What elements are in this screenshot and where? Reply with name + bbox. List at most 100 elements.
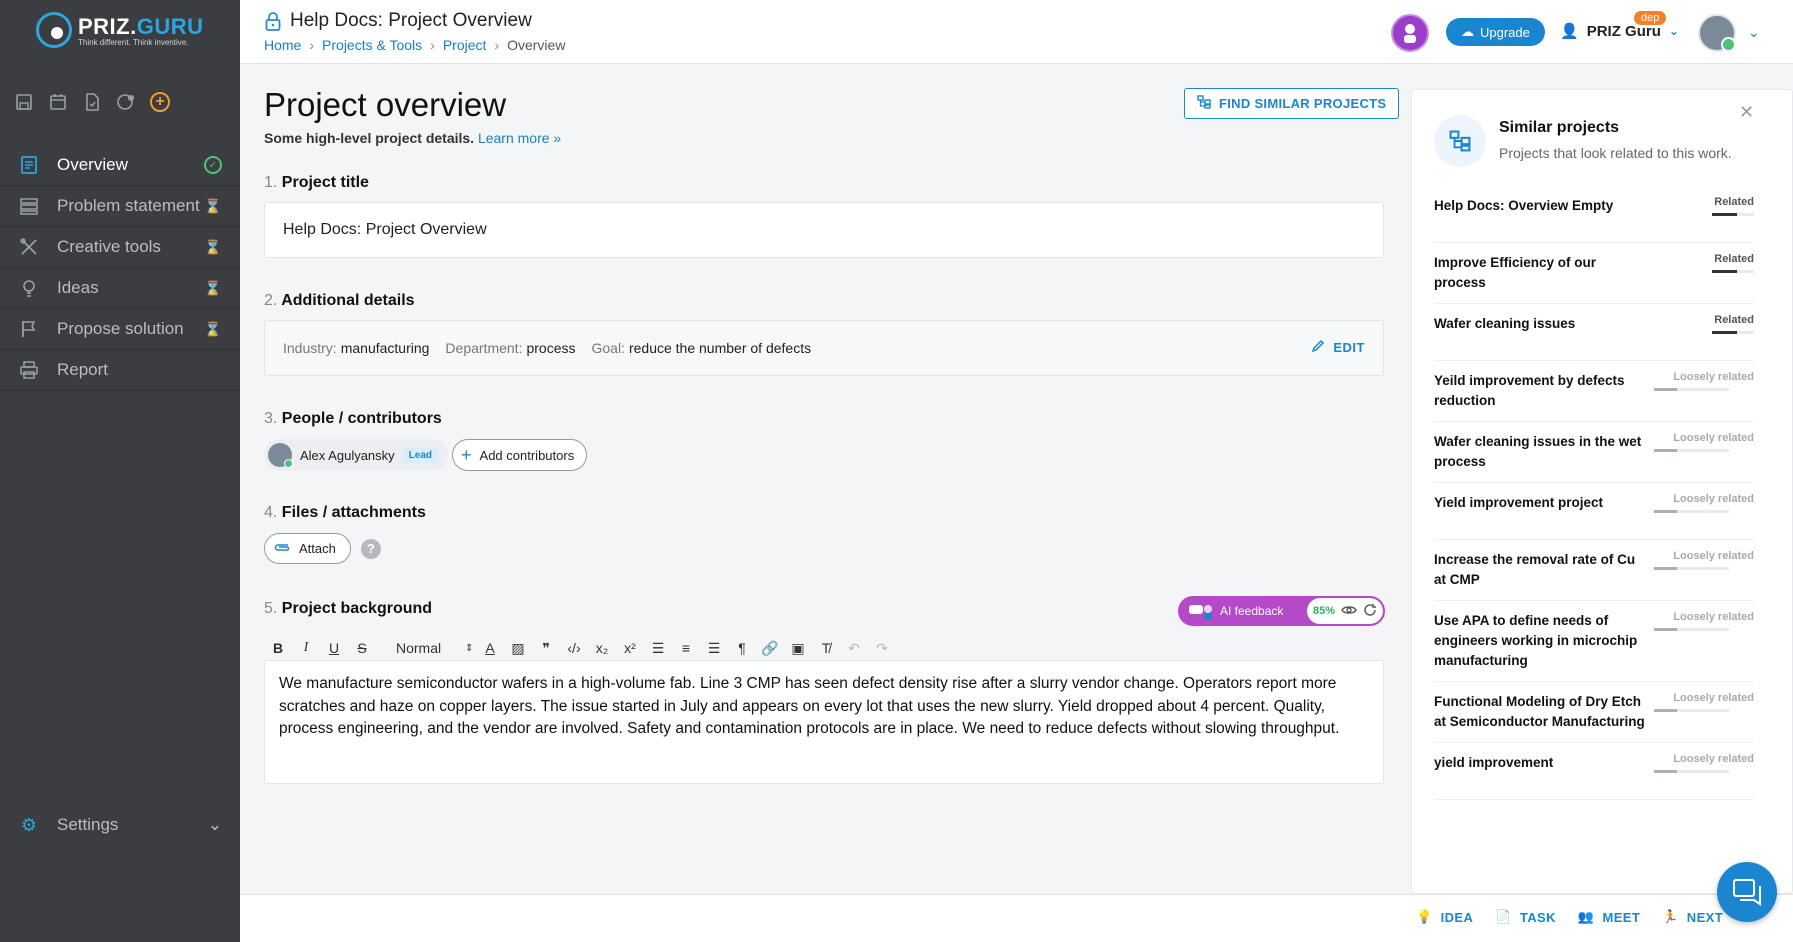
top-header: Help Docs: Project Overview Home › Proje… bbox=[240, 0, 1793, 64]
additional-details-panel: Industry: manufacturing Department: proces… bbox=[264, 320, 1384, 376]
edit-details-button[interactable]: EDIT bbox=[1311, 339, 1365, 356]
superscript-icon[interactable]: x² bbox=[616, 640, 644, 656]
sidebar-item-problem-statement[interactable]: Problem statement ⌛ bbox=[0, 186, 240, 227]
breadcrumb-home[interactable]: Home bbox=[264, 37, 301, 53]
chat-button[interactable] bbox=[1717, 862, 1777, 922]
document-icon bbox=[18, 154, 40, 176]
relation-strength-bar bbox=[1654, 449, 1729, 452]
settings-label: Settings bbox=[57, 815, 119, 834]
help-icon[interactable]: ? bbox=[360, 538, 381, 559]
hourglass-icon: ⌛ bbox=[204, 197, 222, 214]
add-icon[interactable]: + bbox=[150, 92, 170, 112]
subscript-icon[interactable]: x₂ bbox=[588, 640, 616, 656]
similar-project-item[interactable]: Help Docs: Overview Empty Related bbox=[1434, 186, 1754, 243]
sidebar-toolbar: + bbox=[14, 92, 170, 112]
similar-project-name: Increase the removal rate of Cu at CMP bbox=[1434, 552, 1636, 587]
attach-button[interactable]: Attach bbox=[264, 533, 351, 564]
plus-icon: + bbox=[461, 444, 472, 465]
format-select[interactable]: Normal ⇕ bbox=[376, 640, 476, 656]
ai-score: 85% bbox=[1312, 605, 1335, 617]
task-button[interactable]: 📄 TASK bbox=[1495, 909, 1556, 925]
upgrade-button[interactable]: ☁ Upgrade bbox=[1446, 18, 1545, 46]
idea-button[interactable]: 💡 IDEA bbox=[1416, 909, 1473, 925]
section-background-heading: 5. Project background bbox=[264, 600, 433, 617]
text-color-icon[interactable]: A bbox=[476, 640, 504, 656]
add-contributors-button[interactable]: + Add contributors bbox=[452, 439, 588, 471]
assistant-avatar[interactable] bbox=[1391, 14, 1429, 52]
close-icon[interactable]: ✕ bbox=[1739, 102, 1754, 123]
user-avatar[interactable] bbox=[1698, 14, 1736, 52]
contributors-list: Alex Agulyansky Lead + Add contributors bbox=[264, 439, 588, 471]
meet-button[interactable]: 👥 MEET bbox=[1578, 909, 1640, 925]
project-background-editor[interactable]: We manufacture semiconductor wafers in a… bbox=[264, 660, 1384, 784]
undo-icon[interactable]: ↶ bbox=[840, 640, 868, 657]
sidebar-item-report[interactable]: Report bbox=[0, 350, 240, 391]
breadcrumb-separator: › bbox=[309, 37, 315, 53]
relation-strength-fill bbox=[1654, 628, 1677, 631]
ai-feedback-widget[interactable]: AI feedback 85% bbox=[1178, 596, 1385, 626]
save-icon[interactable] bbox=[14, 92, 34, 112]
sidebar-item-creative-tools[interactable]: Creative tools ⌛ bbox=[0, 227, 240, 268]
code-icon[interactable]: ‹/› bbox=[560, 640, 588, 656]
section-additional-details-heading: 2. Additional details bbox=[264, 292, 415, 309]
blockquote-icon[interactable]: ❞ bbox=[532, 640, 560, 657]
bullet-list-icon[interactable]: ≡ bbox=[672, 640, 700, 656]
file-check-icon[interactable] bbox=[82, 92, 102, 112]
link-icon[interactable]: 🔗 bbox=[756, 640, 784, 657]
image-icon[interactable]: ▣ bbox=[784, 640, 812, 657]
sidebar-item-ideas[interactable]: Ideas ⌛ bbox=[0, 268, 240, 309]
chevron-down-icon[interactable]: ⌄ bbox=[1748, 24, 1760, 41]
logo-eye-icon bbox=[36, 12, 72, 48]
check-circle-icon: ✓ bbox=[204, 156, 222, 174]
strikethrough-icon[interactable]: S bbox=[348, 640, 376, 656]
italic-icon[interactable]: I bbox=[292, 640, 320, 656]
lock-icon[interactable] bbox=[264, 11, 282, 31]
contributor-chip[interactable]: Alex Agulyansky Lead bbox=[264, 439, 449, 471]
similar-project-item[interactable]: Wafer cleaning issues Related bbox=[1434, 304, 1754, 361]
layers-icon bbox=[18, 195, 40, 217]
ordered-list-icon[interactable]: ☰ bbox=[644, 640, 672, 657]
similar-project-item[interactable]: yield improvement Loosely related bbox=[1434, 743, 1754, 800]
sidebar-item-settings[interactable]: ⚙ Settings ⌄ bbox=[0, 805, 240, 845]
similar-project-item[interactable]: Yeild improvement by defects reduction Lo… bbox=[1434, 361, 1754, 422]
relation-indicator: Loosely related bbox=[1654, 611, 1754, 671]
breadcrumb-projects-tools[interactable]: Projects & Tools bbox=[322, 37, 422, 53]
chevron-down-icon: ⌄ bbox=[1668, 24, 1679, 38]
learn-more-link[interactable]: Learn more » bbox=[478, 130, 561, 146]
relation-label: Loosely related bbox=[1673, 493, 1754, 505]
paperclip-icon bbox=[273, 540, 291, 557]
find-similar-projects-button[interactable]: FIND SIMILAR PROJECTS bbox=[1184, 88, 1400, 119]
similar-project-item[interactable]: Improve Efficiency of our process Related bbox=[1434, 243, 1754, 304]
similar-project-item[interactable]: Yield improvement project Loosely related bbox=[1434, 483, 1754, 540]
breadcrumb-project[interactable]: Project bbox=[443, 37, 487, 53]
page-title: Project overview bbox=[264, 86, 507, 123]
align-icon[interactable]: ☰ bbox=[700, 640, 728, 657]
underline-icon[interactable]: U bbox=[320, 640, 348, 656]
bold-icon[interactable]: B bbox=[264, 640, 292, 656]
project-title-field[interactable]: Help Docs: Project Overview bbox=[264, 202, 1384, 258]
clear-format-icon[interactable]: T̸ bbox=[812, 640, 840, 656]
highlight-icon[interactable]: ▨ bbox=[504, 640, 532, 657]
relation-indicator: Loosely related bbox=[1654, 371, 1754, 411]
similar-project-item[interactable]: Increase the removal rate of Cu at CMP Lo… bbox=[1434, 540, 1754, 601]
sidebar-item-overview[interactable]: Overview ✓ bbox=[0, 145, 240, 186]
similar-project-item[interactable]: Wafer cleaning issues in the wet process… bbox=[1434, 422, 1754, 483]
sidebar-item-propose-solution[interactable]: Propose solution ⌛ bbox=[0, 309, 240, 350]
relation-label: Loosely related bbox=[1673, 692, 1754, 704]
globe-settings-icon[interactable] bbox=[116, 92, 136, 112]
robot-icon bbox=[1186, 598, 1216, 624]
text-direction-icon[interactable]: ¶ bbox=[728, 640, 756, 656]
sidebar-item-label: Problem statement bbox=[57, 196, 200, 215]
hierarchy-icon bbox=[1434, 115, 1486, 167]
similar-project-item[interactable]: Use APA to define needs of engineers wor… bbox=[1434, 601, 1754, 682]
eye-icon[interactable] bbox=[1341, 604, 1357, 619]
similar-project-item[interactable]: Functional Modeling of Dry Etch at Semic… bbox=[1434, 682, 1754, 743]
next-button[interactable]: 🏃 NEXT bbox=[1662, 909, 1723, 925]
calendar-icon[interactable] bbox=[48, 92, 68, 112]
refresh-icon[interactable] bbox=[1363, 603, 1377, 620]
workspace-selector[interactable]: 👤 PRIZ Guru ⌄ bbox=[1560, 22, 1679, 41]
sidebar-item-label: Creative tools bbox=[57, 237, 161, 256]
redo-icon[interactable]: ↷ bbox=[868, 640, 896, 657]
app-logo[interactable]: PRIZ.GURU Think different. Think inventi… bbox=[36, 12, 204, 48]
detail-goal: Goal: reduce the number of defects bbox=[591, 340, 812, 356]
